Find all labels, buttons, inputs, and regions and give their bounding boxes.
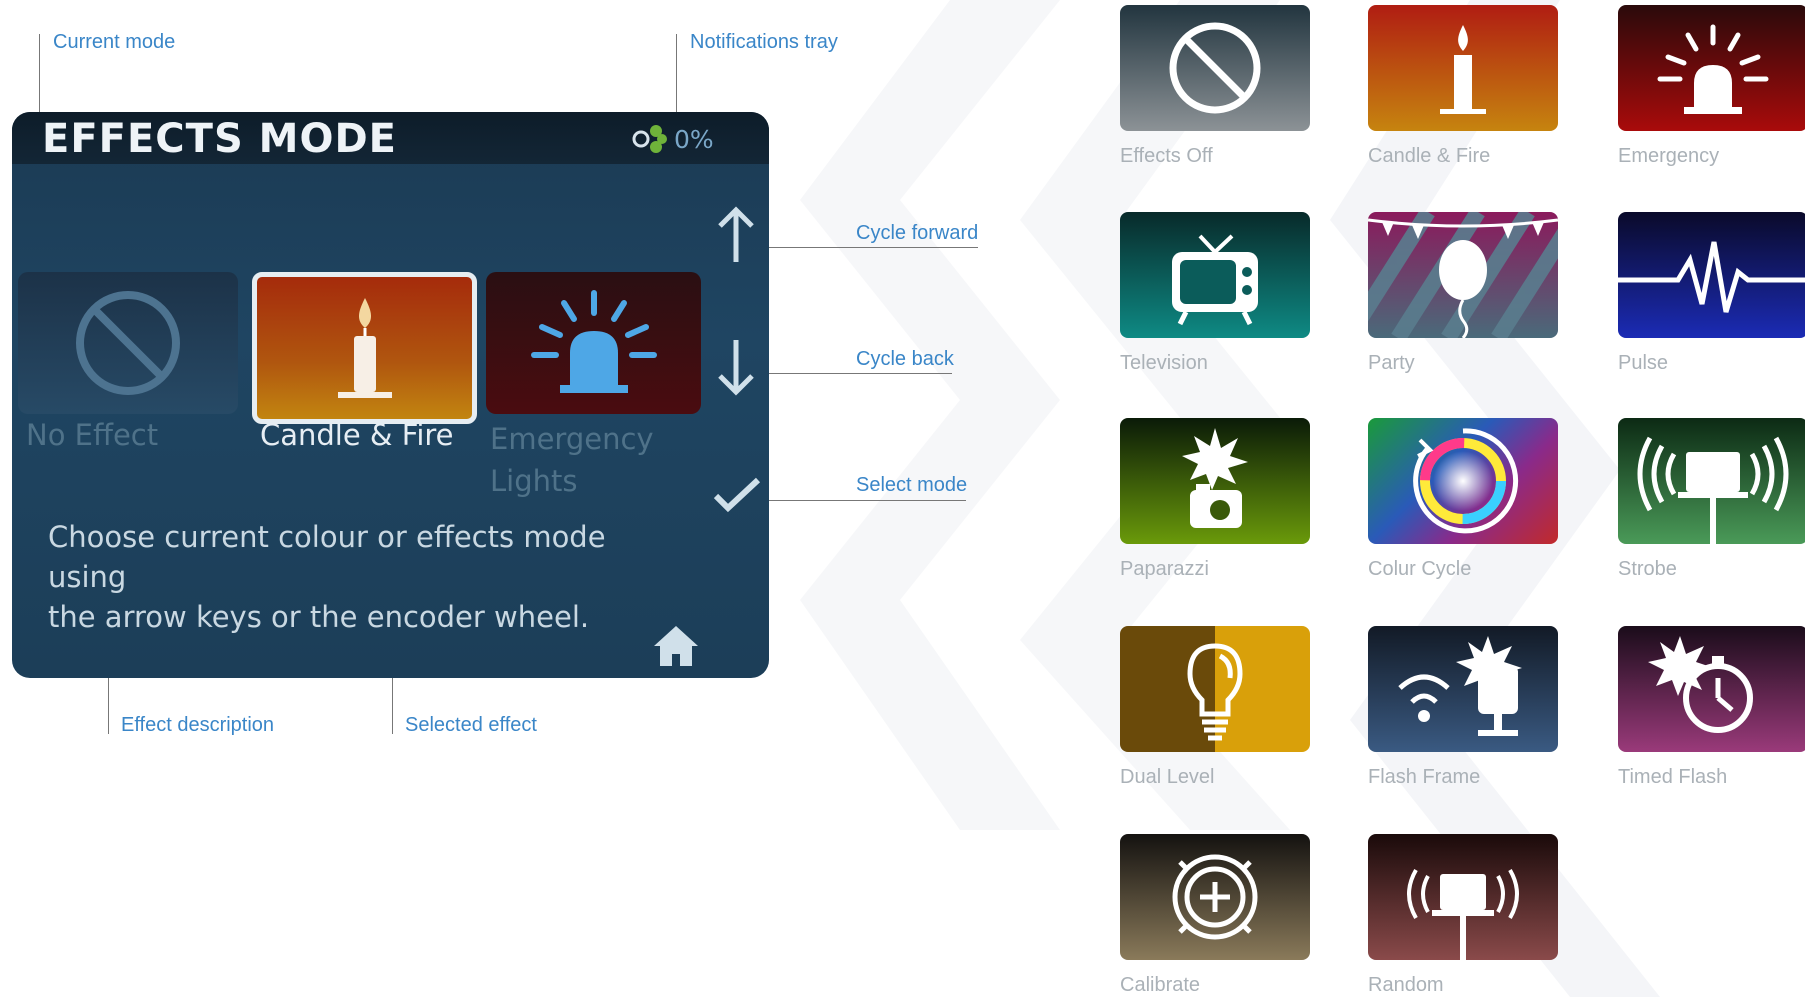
notifications-tray[interactable]: 0% (632, 124, 714, 154)
effect-grid-tile-candle-fire[interactable] (1368, 5, 1558, 131)
siren-icon (1657, 24, 1769, 114)
screen-header: EFFECTS MODE 0% (12, 112, 769, 164)
home-icon[interactable] (652, 624, 700, 668)
effect-grid-label: Television (1120, 352, 1208, 374)
effect-label-emergency: Emergency Lights (490, 418, 654, 502)
effect-grid-tile-colur-cycle[interactable] (1368, 418, 1558, 544)
effect-grid-label: Calibrate (1120, 974, 1201, 996)
cycle-back-leader (760, 373, 952, 374)
effect-grid-tile-paparazzi[interactable] (1120, 418, 1310, 544)
timer-flash-icon (1648, 636, 1753, 733)
bulb-icon (1187, 643, 1243, 741)
candle-icon (1440, 25, 1486, 114)
effect-description: Choose current colour or effects mode us… (48, 517, 688, 637)
effect-tile-no-effect[interactable] (18, 272, 238, 414)
tv-icon (1172, 234, 1258, 326)
effect-tile-emergency[interactable] (486, 272, 701, 414)
effect-grid-label: Colur Cycle (1368, 558, 1472, 580)
effect-description-line1: Choose current colour or effects mode us… (48, 520, 606, 594)
effect-grid-tile-timed-flash[interactable] (1618, 626, 1805, 752)
device-screen: EFFECTS MODE 0% No Effect Candle & Fire … (12, 112, 769, 678)
effect-grid-tile-pulse[interactable] (1618, 212, 1805, 338)
effect-grid-tile-party[interactable] (1368, 212, 1558, 338)
no-entry-icon (76, 291, 180, 395)
effect-grid-tile-emergency[interactable] (1618, 5, 1805, 131)
pulse-icon (1618, 241, 1805, 313)
callout-current-mode: Current mode (53, 31, 176, 53)
effect-grid-tile-dual-level[interactable] (1120, 626, 1310, 752)
cycle-forward-arrow-icon[interactable] (714, 204, 758, 268)
tray-percent: 0% (674, 124, 714, 154)
notifications-leader (676, 34, 677, 122)
effect-grid-label: Flash Frame (1368, 766, 1481, 788)
siren-icon (530, 290, 657, 393)
cycle-back-arrow-icon[interactable] (714, 334, 758, 398)
effect-grid-label: Emergency (1618, 145, 1720, 167)
strobe-icon (1637, 436, 1789, 544)
callout-notifications-tray: Notifications tray (690, 31, 838, 53)
select-check-icon[interactable] (712, 474, 762, 514)
effect-grid-label: Effects Off (1120, 145, 1213, 167)
effect-grid-tile-television[interactable] (1120, 212, 1310, 338)
effect-label-candle-fire: Candle & Fire (260, 418, 454, 452)
select-mode-leader (760, 500, 966, 501)
effect-grid-tile-strobe[interactable] (1618, 418, 1805, 544)
effect-description-line2: the arrow keys or the encoder wheel. (48, 600, 590, 634)
candle-icon (337, 298, 392, 398)
callout-select-mode: Select mode (856, 474, 968, 496)
color-wheel-icon (1413, 428, 1519, 534)
callout-cycle-forward: Cycle forward (856, 222, 979, 244)
balloon-icon (1368, 212, 1558, 338)
effect-grid-tile-calibrate[interactable] (1120, 834, 1310, 960)
effect-grid-label: Dual Level (1120, 766, 1215, 788)
effect-label-no-effect: No Effect (26, 418, 159, 452)
effect-label-emergency-line1: Emergency (490, 422, 654, 456)
effect-grid-label: Candle & Fire (1368, 145, 1491, 167)
effect-grid-tile-flash-frame[interactable] (1368, 626, 1558, 752)
effect-grid-label: Timed Flash (1618, 766, 1728, 788)
effect-grid-label: Strobe (1618, 558, 1677, 580)
effect-grid-label: Party (1368, 352, 1415, 374)
callout-effect-description: Effect description (121, 714, 275, 736)
effect-tile-candle-fire[interactable] (252, 272, 477, 424)
calibrate-icon (1172, 854, 1258, 940)
effect-grid-tile-random[interactable] (1368, 834, 1558, 960)
cycle-forward-leader (760, 247, 978, 248)
effect-grid-label: Paparazzi (1120, 558, 1209, 580)
effect-label-emergency-line2: Lights (490, 464, 578, 498)
random-icon (1407, 868, 1519, 960)
current-mode-title: EFFECTS MODE (42, 116, 398, 162)
effect-grid-label: Pulse (1618, 352, 1669, 374)
camera-flash-icon (1182, 428, 1248, 528)
battery-cluster-icon (632, 125, 667, 153)
flash-frame-icon (1398, 636, 1522, 736)
effect-grid-tile-effects-off[interactable] (1120, 5, 1310, 131)
callout-cycle-back: Cycle back (856, 348, 954, 370)
no-entry-icon (1169, 22, 1261, 114)
callout-selected-effect: Selected effect (405, 714, 537, 736)
effect-grid-label: Random (1368, 974, 1444, 996)
